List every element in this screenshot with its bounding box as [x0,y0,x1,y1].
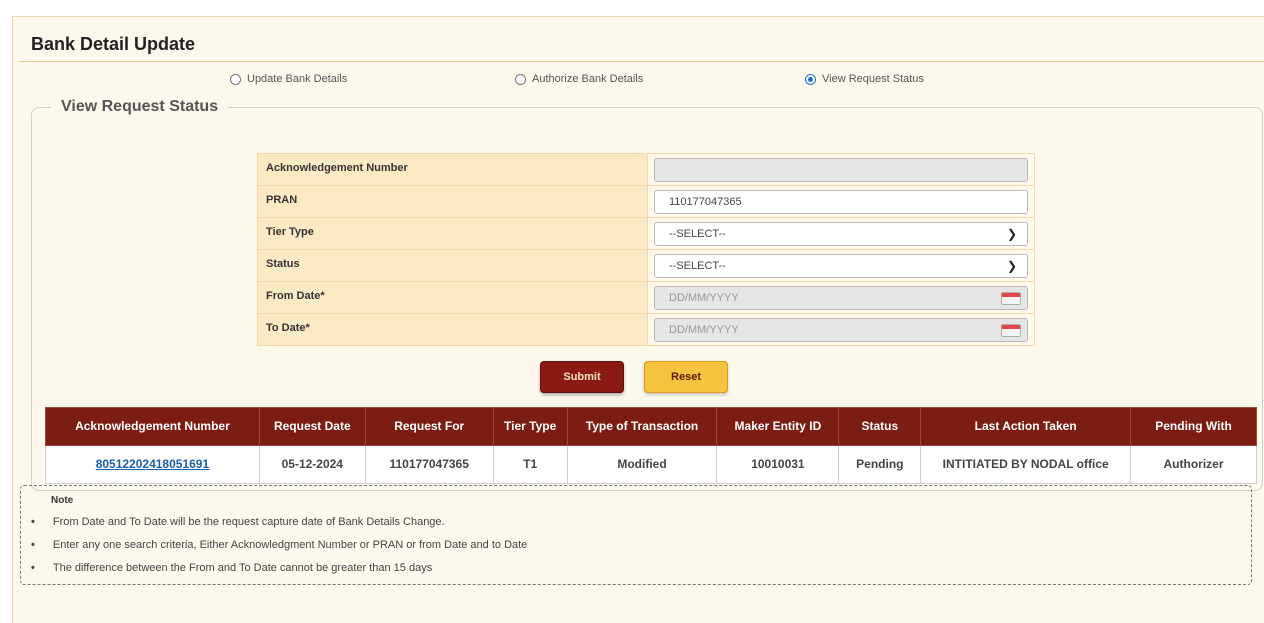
radio-indicator [230,73,241,85]
cell-ack-number: 80512202418051691 [45,445,260,484]
col-last-action: Last Action Taken [920,407,1132,446]
col-ack-number: Acknowledgement Number [45,407,260,446]
ack-number-input[interactable] [654,157,1028,182]
col-status: Status [838,407,922,446]
radio-view-request-status[interactable]: View Request Status [805,73,924,85]
col-tier-type: Tier Type [492,407,568,446]
chevron-down-icon: ❯ [1006,258,1017,273]
reset-button[interactable]: Reset [644,361,728,393]
from-date-label: From Date* [257,281,648,314]
note-text: From Date and To Date will be the reques… [52,516,445,528]
to-date-input[interactable]: DD/MM/YYYY [654,317,1028,342]
cell-transaction-type: Modified [566,445,718,484]
radio-update-bank-details[interactable]: Update Bank Details [230,73,347,85]
mode-radio-group: Update Bank Details Authorize Bank Detai… [13,73,1264,91]
tier-type-label: Tier Type [257,217,648,250]
title-divider [19,61,1264,62]
bullet-icon: • [31,562,35,574]
cell-pending-with: Authorizer [1130,445,1257,484]
results-table: Acknowledgement Number Request Date Requ… [45,407,1257,484]
note-item: • Enter any one search criteria, Either … [31,539,527,551]
radio-label: View Request Status [822,73,924,85]
to-date-label: To Date* [257,313,648,346]
search-form: Acknowledgement Number PRAN 110177047365… [257,153,1035,346]
calendar-icon[interactable] [1001,323,1021,337]
pran-input[interactable]: 110177047365 [654,189,1028,214]
status-select[interactable]: --SELECT-- ❯ [654,253,1028,278]
col-maker-entity-id: Maker Entity ID [716,407,840,446]
cell-request-date: 05-12-2024 [258,445,366,484]
note-title: Note [51,495,74,506]
note-box: Note • From Date and To Date will be the… [20,485,1252,585]
col-request-for: Request For [364,407,494,446]
status-label: Status [257,249,648,282]
ack-number-link[interactable]: 80512202418051691 [96,457,209,471]
cell-last-action: INTITIATED BY NODAL office [920,445,1132,484]
fieldset-legend: View Request Status [51,98,229,116]
col-transaction-type: Type of Transaction [566,407,718,446]
chevron-down-icon: ❯ [1006,226,1017,241]
cell-tier-type: T1 [492,445,568,484]
cell-maker-entity-id: 10010031 [716,445,840,484]
note-text: The difference between the From and To D… [52,562,433,574]
note-text: Enter any one search criteria, Either Ac… [52,539,528,551]
note-item: • From Date and To Date will be the requ… [31,516,445,528]
bullet-icon: • [31,516,35,528]
cell-status: Pending [838,445,922,484]
bullet-icon: • [31,539,35,551]
col-pending-with: Pending With [1130,407,1257,446]
from-date-input[interactable]: DD/MM/YYYY [654,285,1028,310]
radio-indicator-selected [805,73,816,85]
submit-button[interactable]: Submit [540,361,624,393]
radio-label: Authorize Bank Details [532,73,644,85]
page-title: Bank Detail Update [31,34,196,54]
cell-request-for: 110177047365 [364,445,494,484]
to-date-placeholder: DD/MM/YYYY [669,323,739,336]
radio-label: Update Bank Details [247,73,348,85]
ack-number-label: Acknowledgement Number [257,153,648,186]
radio-indicator [515,73,526,85]
calendar-icon[interactable] [1001,291,1021,305]
note-item: • The difference between the From and To… [31,562,432,574]
col-request-date: Request Date [258,407,366,446]
table-row: 80512202418051691 05-12-2024 11017704736… [45,445,1257,484]
status-value: --SELECT-- [669,259,726,272]
tier-type-value: --SELECT-- [669,227,726,240]
results-header-row: Acknowledgement Number Request Date Requ… [45,407,1257,446]
from-date-placeholder: DD/MM/YYYY [669,291,739,304]
tier-type-select[interactable]: --SELECT-- ❯ [654,221,1028,246]
radio-authorize-bank-details[interactable]: Authorize Bank Details [515,73,643,85]
pran-label: PRAN [257,185,648,218]
